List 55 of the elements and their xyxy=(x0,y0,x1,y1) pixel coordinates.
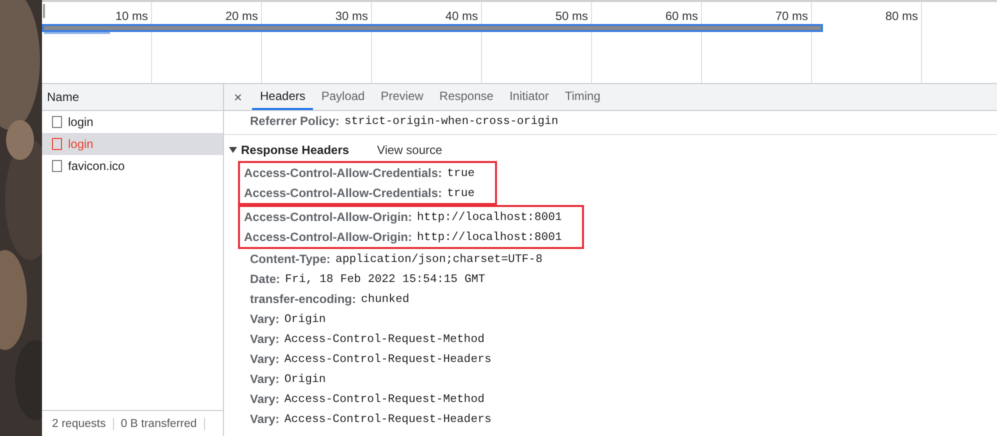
time-tick-label: 60 ms xyxy=(665,9,699,23)
tab[interactable]: Payload xyxy=(313,84,373,110)
view-source-link[interactable]: View source xyxy=(377,143,442,157)
header-name: transfer-encoding: xyxy=(250,292,356,306)
header-value: true xyxy=(447,166,475,180)
column-header: Name xyxy=(47,90,80,104)
tab[interactable]: Initiator xyxy=(501,84,557,110)
header-name: Date: xyxy=(250,272,280,286)
time-tick-label: 50 ms xyxy=(555,9,589,23)
header-value: http://localhost:8001 xyxy=(417,230,562,244)
header-name: Access-Control-Allow-Origin: xyxy=(244,210,412,224)
header-value: Access-Control-Request-Method xyxy=(284,332,484,346)
header-value: Origin xyxy=(284,312,326,326)
header-value: application/json;charset=UTF-8 xyxy=(335,252,542,266)
time-tick-label: 40 ms xyxy=(445,9,479,23)
header-value: Access-Control-Request-Headers xyxy=(284,352,492,366)
status-text: 0 B transferred xyxy=(120,418,205,430)
request-row[interactable]: login xyxy=(42,111,223,133)
time-tick-label: 80 ms xyxy=(885,9,919,23)
time-tick-label: 10 ms xyxy=(115,9,149,23)
tab[interactable]: Timing xyxy=(556,84,608,110)
header-name: Content-Type: xyxy=(250,252,330,266)
tab[interactable]: Response xyxy=(431,84,502,110)
header-value: Origin xyxy=(284,372,326,386)
header-name: Access-Control-Allow-Credentials: xyxy=(244,186,442,200)
header-value: chunked xyxy=(361,292,410,306)
header-value: Access-Control-Request-Headers xyxy=(284,412,492,426)
document-icon xyxy=(52,138,62,150)
header-value: true xyxy=(447,186,475,200)
header-value: Fri, 18 Feb 2022 15:54:15 GMT xyxy=(285,272,486,286)
header-name: Vary: xyxy=(250,392,280,406)
header-value: Access-Control-Request-Method xyxy=(284,392,484,406)
time-tick-label: 20 ms xyxy=(225,9,259,23)
triangle-icon xyxy=(229,146,237,154)
tab[interactable]: Preview xyxy=(372,84,432,110)
header-name: Vary: xyxy=(250,352,280,366)
section-toggle[interactable]: Response Headers xyxy=(229,143,350,157)
header-name: Vary: xyxy=(250,372,280,386)
header-name: Referrer Policy: xyxy=(250,114,340,128)
header-value: strict-origin-when-cross-origin xyxy=(344,114,558,128)
timeline-marker xyxy=(43,4,45,18)
close-button[interactable]: × xyxy=(230,84,246,110)
time-tick-label: 70 ms xyxy=(775,9,809,23)
header-value: http://localhost:8001 xyxy=(417,210,562,224)
document-icon xyxy=(52,160,62,172)
header-name: Access-Control-Allow-Credentials: xyxy=(244,166,442,180)
header-name: Vary: xyxy=(250,332,280,346)
tab[interactable]: Headers xyxy=(252,84,314,110)
header-name: Vary: xyxy=(250,412,280,426)
header-name: Access-Control-Allow-Origin: xyxy=(244,230,412,244)
time-tick-label: 30 ms xyxy=(335,9,369,23)
header-name: Vary: xyxy=(250,312,280,326)
document-icon xyxy=(52,116,62,128)
status-text: 2 requests xyxy=(52,418,114,430)
request-row[interactable]: favicon.ico xyxy=(42,155,223,177)
